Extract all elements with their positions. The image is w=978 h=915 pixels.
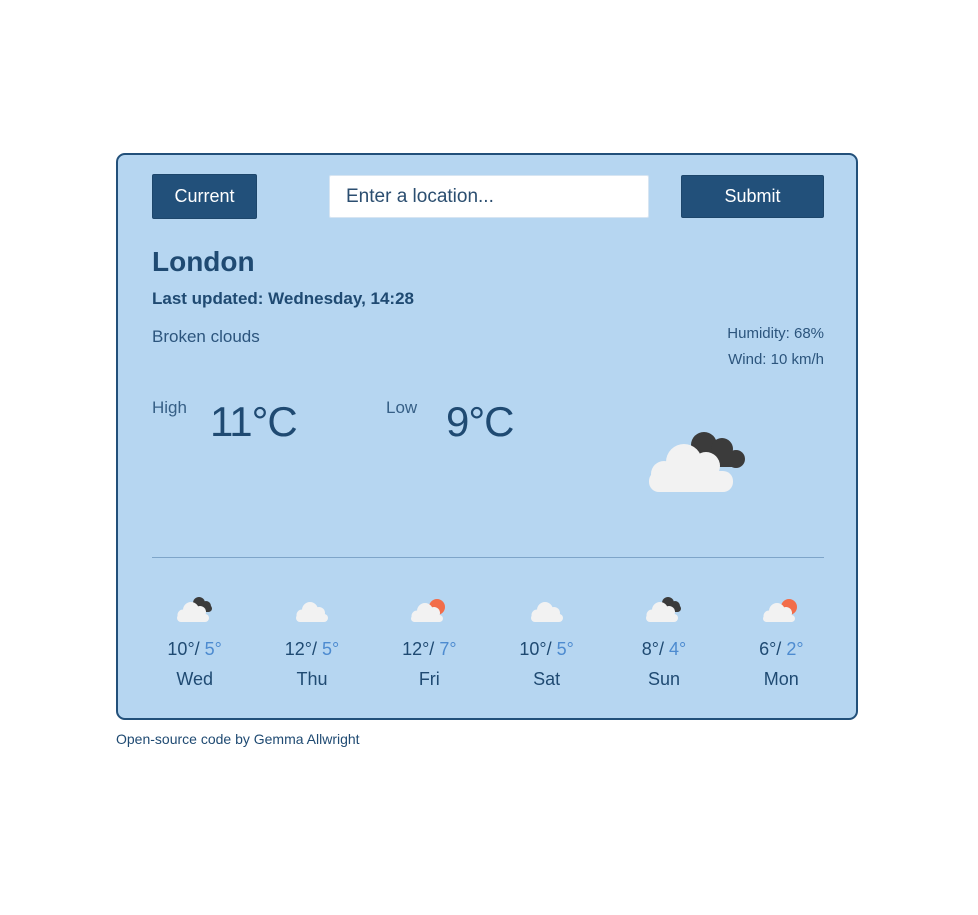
- forecast-temps: 10°/ 5°: [519, 639, 573, 660]
- location-search-input[interactable]: [329, 175, 649, 218]
- forecast-high-temp: 10°/: [519, 639, 552, 659]
- current-location-button[interactable]: Current: [152, 174, 257, 219]
- weather-card: Current Submit London Last updated: Wedn…: [116, 153, 858, 720]
- forecast-high-temp: 12°/: [284, 639, 317, 659]
- forecast-temps: 6°/ 2°: [759, 639, 803, 660]
- humidity-text: Humidity: 68%: [727, 325, 824, 342]
- low-temp-label: Low: [386, 398, 418, 417]
- forecast-day: 10°/ 5° Wed: [136, 595, 253, 690]
- forecast-day-name: Thu: [296, 669, 328, 689]
- forecast-day: 12°/ 7° Fri: [371, 595, 488, 690]
- source-code-link[interactable]: Open-source code by Gemma Allwright: [116, 731, 360, 747]
- weather-description: Broken clouds: [152, 327, 260, 346]
- wind-text: Wind: 10 km/h: [728, 351, 824, 368]
- forecast-high-temp: 6°/: [759, 639, 782, 659]
- forecast-low-temp: 4°: [668, 639, 687, 659]
- page: Current Submit London Last updated: Wedn…: [0, 0, 978, 915]
- low-temp-value: 9°C: [446, 398, 514, 445]
- forecast-high-temp: 12°/: [402, 639, 435, 659]
- sun-behind-cloud-icon: [763, 599, 798, 622]
- forecast-day-name: Fri: [418, 669, 440, 689]
- forecast-high-temp: 8°/: [641, 639, 664, 659]
- forecast-day: 10°/ 5° Sat: [488, 595, 605, 690]
- divider: [152, 557, 824, 558]
- broken-clouds-icon: [645, 597, 681, 622]
- broken-clouds-icon: [176, 597, 212, 622]
- high-temp-value: 11°C: [210, 398, 298, 445]
- city-name: London: [152, 246, 255, 277]
- clouds-icon: [295, 602, 328, 622]
- forecast-day-name: Wed: [176, 669, 213, 689]
- forecast-high-temp: 10°/: [167, 639, 200, 659]
- forecast-day: 12°/ 5° Thu: [253, 595, 370, 690]
- forecast-low-temp: 5°: [556, 639, 574, 659]
- last-updated-text: Last updated: Wednesday, 14:28: [152, 289, 414, 308]
- forecast-temps: 10°/ 5°: [167, 639, 221, 660]
- forecast-day: 8°/ 4° Sun: [605, 595, 722, 690]
- forecast-day-name: Sat: [533, 669, 561, 689]
- submit-button[interactable]: Submit: [681, 175, 824, 218]
- forecast-low-temp: 2°: [786, 639, 804, 659]
- forecast-day: 6°/ 2° Mon: [723, 595, 840, 690]
- broken-clouds-icon: [649, 432, 745, 492]
- forecast-row: 10°/ 5° Wed 12°/ 5° Thu 12°/ 7° Fri 10°/ 5° Sat…: [136, 595, 840, 690]
- high-temp-label: High: [152, 398, 187, 417]
- forecast-day-name: Mon: [763, 669, 799, 689]
- forecast-low-temp: 5°: [322, 639, 340, 659]
- forecast-day-name: Sun: [647, 669, 680, 689]
- forecast-temps: 12°/ 5°: [285, 639, 339, 660]
- forecast-temps: 8°/ 4°: [642, 639, 686, 660]
- forecast-low-temp: 5°: [204, 639, 222, 659]
- clouds-icon: [530, 602, 563, 622]
- forecast-low-temp: 7°: [439, 639, 457, 659]
- forecast-temps: 12°/ 7°: [402, 639, 456, 660]
- sun-behind-cloud-icon: [411, 599, 446, 622]
